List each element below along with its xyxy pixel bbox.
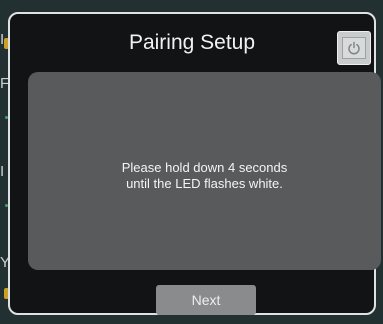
instruction-text: Please hold down 4 seconds until the LED… — [121, 160, 288, 191]
next-button[interactable]: Next — [156, 285, 256, 315]
dialog-title: Pairing Setup — [128, 31, 256, 54]
screen: I F I Y Pairing Setup Please hold down 4… — [0, 0, 383, 324]
pairing-setup-dialog: Pairing Setup Please hold down 4 seconds… — [8, 12, 381, 315]
power-icon — [342, 37, 366, 59]
power-icon-glyph — [348, 41, 360, 55]
power-button[interactable] — [337, 31, 371, 65]
message-panel: Please hold down 4 seconds until the LED… — [28, 72, 381, 270]
